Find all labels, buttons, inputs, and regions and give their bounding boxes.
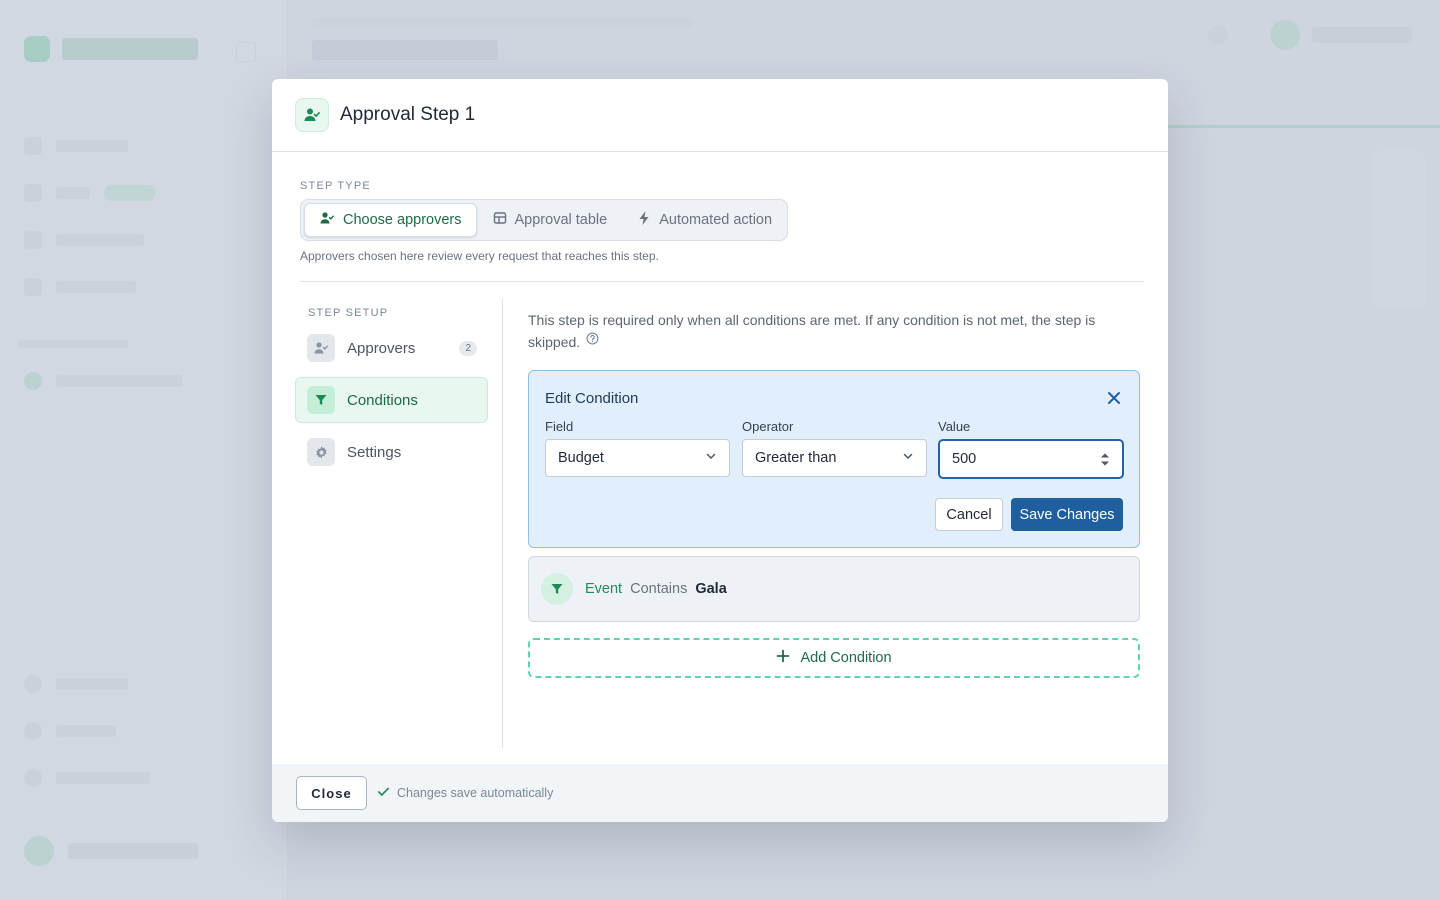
user-check-icon <box>295 98 329 132</box>
operator-label: Operator <box>742 419 794 434</box>
field-select-value: Budget <box>558 450 604 466</box>
edit-condition-title: Edit Condition <box>545 390 639 407</box>
value-label: Value <box>938 419 971 434</box>
close-icon[interactable] <box>1105 389 1123 407</box>
step-type-label: STEP TYPE <box>300 180 371 192</box>
modal-header: Approval Step 1 <box>272 79 1168 152</box>
add-condition-label: Add Condition <box>800 650 892 666</box>
conditions-intro-text: This step is required only when all cond… <box>528 312 1096 350</box>
modal-title: Approval Step 1 <box>340 104 476 125</box>
stepper-down-icon[interactable] <box>1100 461 1110 467</box>
autosave-text: Changes save automatically <box>397 786 554 800</box>
stepper-up-icon[interactable] <box>1100 452 1110 458</box>
condition-operator: Contains <box>630 581 688 597</box>
filter-icon <box>541 573 573 605</box>
operator-select-group: Operator Greater than <box>742 419 927 477</box>
section-divider <box>300 281 1144 282</box>
number-stepper[interactable] <box>1100 452 1110 467</box>
plus-icon <box>776 649 790 667</box>
condition-value: Gala <box>695 581 727 597</box>
cancel-button[interactable]: Cancel <box>935 498 1003 531</box>
step-type-label-text: Automated action <box>659 212 773 228</box>
check-icon <box>377 785 390 801</box>
field-label: Field <box>545 419 574 434</box>
step-type-hint: Approvers chosen here review every reque… <box>300 249 659 263</box>
operator-select-value: Greater than <box>755 450 837 466</box>
help-icon[interactable] <box>586 330 599 350</box>
user-check-icon <box>319 210 335 230</box>
edit-condition-card: Edit Condition Field Budget Operator Gre… <box>528 370 1140 548</box>
setup-item-approvers[interactable]: Approvers 2 <box>295 325 488 371</box>
approvers-count-badge: 2 <box>459 341 477 356</box>
value-number-field <box>938 439 1124 479</box>
table-icon <box>493 211 507 229</box>
step-type-label-text: Choose approvers <box>343 212 462 228</box>
autosave-status: Changes save automatically <box>377 785 553 801</box>
operator-select[interactable]: Greater than <box>742 439 927 477</box>
step-setup-nav: STEP SETUP Approvers 2 Conditions Settin… <box>295 298 503 748</box>
conditions-pane: This step is required only when all cond… <box>528 298 1140 678</box>
step-type-section: STEP TYPE Choose approvers Approval tabl… <box>300 180 788 263</box>
user-check-icon <box>307 334 335 362</box>
setup-item-conditions[interactable]: Conditions <box>295 377 488 423</box>
field-select[interactable]: Budget <box>545 439 730 477</box>
lightning-icon <box>637 210 651 230</box>
chevron-down-icon <box>902 450 914 466</box>
step-setup-label: STEP SETUP <box>308 307 389 319</box>
conditions-intro: This step is required only when all cond… <box>528 310 1128 352</box>
approval-step-modal: Approval Step 1 STEP TYPE Choose approve… <box>272 79 1168 822</box>
step-type-choose-approvers[interactable]: Choose approvers <box>304 203 477 237</box>
gear-icon <box>307 438 335 466</box>
step-type-automated-action[interactable]: Automated action <box>623 203 786 237</box>
step-type-approval-table[interactable]: Approval table <box>479 203 622 237</box>
setup-item-label: Approvers <box>347 339 416 357</box>
condition-row[interactable]: Event Contains Gala <box>528 556 1140 622</box>
value-input-group: Value <box>938 419 1124 479</box>
step-type-label-text: Approval table <box>514 212 608 228</box>
filter-icon <box>307 386 335 414</box>
modal-footer: Close Changes save automatically <box>272 764 1168 822</box>
field-select-group: Field Budget <box>545 419 730 477</box>
add-condition-button[interactable]: Add Condition <box>528 638 1140 678</box>
setup-item-settings[interactable]: Settings <box>295 429 488 475</box>
chevron-down-icon <box>705 450 717 466</box>
setup-item-label: Conditions <box>347 391 418 409</box>
setup-item-label: Settings <box>347 443 402 461</box>
value-input[interactable] <box>952 451 1072 467</box>
save-changes-button[interactable]: Save Changes <box>1011 498 1123 531</box>
condition-field: Event <box>585 581 623 597</box>
close-button[interactable]: Close <box>296 776 367 810</box>
step-type-selector: Choose approvers Approval table Automate… <box>300 199 788 241</box>
